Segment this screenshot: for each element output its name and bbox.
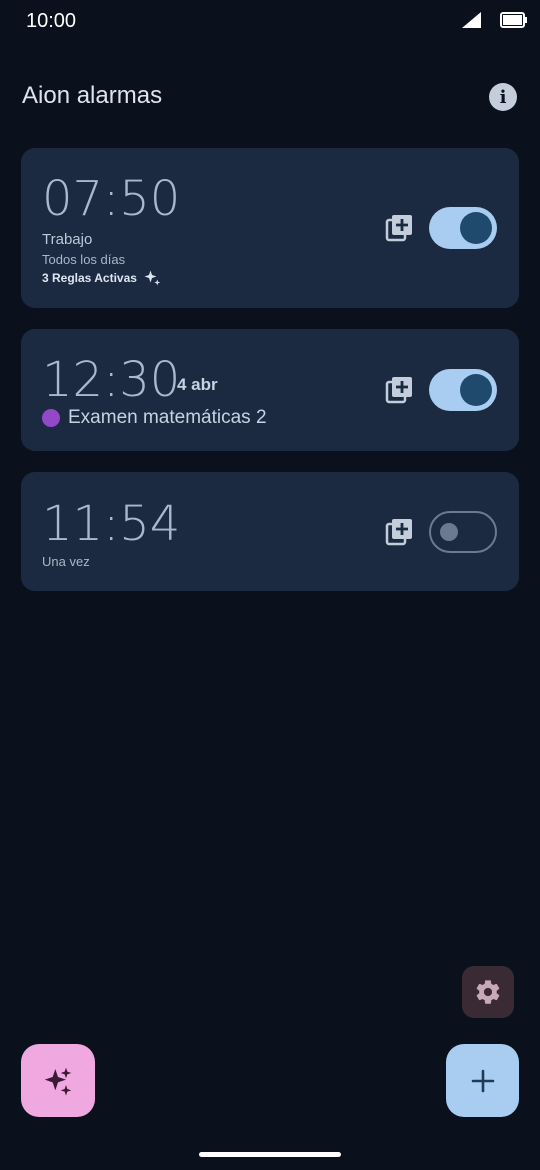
gear-icon — [476, 980, 500, 1004]
alarm-time: 07:50 — [42, 171, 181, 227]
alarm-card[interactable]: 12:30 4 abr Examen matemáticas 2 — [21, 329, 519, 451]
alarm-repeat: Una vez — [42, 554, 90, 569]
alarm-toggle[interactable] — [429, 369, 497, 411]
alarm-time: 11:54 — [42, 496, 181, 552]
toggle-knob — [460, 374, 492, 406]
status-time: 10:00 — [26, 10, 77, 32]
add-alarm-button[interactable] — [446, 1044, 519, 1117]
plus-icon — [471, 1069, 494, 1092]
alarm-rules-label: 3 Reglas Activas — [42, 271, 137, 285]
alarm-time: 12:30 — [42, 352, 181, 408]
alarm-card[interactable]: 11:54 Una vez — [21, 472, 519, 591]
settings-button[interactable] — [462, 966, 514, 1018]
navigation-handle[interactable] — [199, 1152, 341, 1157]
battery-icon — [500, 12, 527, 28]
alarm-toggle[interactable] — [429, 511, 497, 553]
alarm-event: Examen matemáticas 2 — [42, 407, 267, 429]
page-title: Aion alarmas — [22, 82, 163, 109]
alarm-rules: 3 Reglas Activas — [42, 269, 161, 287]
alarm-card[interactable]: 07:50 Trabajo Todos los días 3 Reglas Ac… — [21, 148, 519, 308]
toggle-knob — [460, 212, 492, 244]
toggle-knob — [440, 523, 458, 541]
signal-icon — [462, 12, 481, 28]
alarm-date: 4 abr — [177, 375, 218, 394]
alarm-label: Trabajo — [42, 231, 93, 248]
sparkles-icon — [144, 270, 161, 286]
duplicate-icon[interactable] — [385, 376, 413, 404]
duplicate-icon[interactable] — [385, 518, 413, 546]
alarm-event-label: Examen matemáticas 2 — [68, 407, 267, 428]
duplicate-icon[interactable] — [385, 214, 413, 242]
alarm-repeat: Todos los días — [42, 252, 126, 267]
info-icon[interactable]: i — [489, 83, 517, 111]
sparkles-icon — [44, 1067, 72, 1096]
status-bar: 10:00 — [0, 0, 540, 42]
event-dot — [42, 409, 60, 427]
alarm-toggle[interactable] — [429, 207, 497, 249]
magic-button[interactable] — [21, 1044, 95, 1117]
